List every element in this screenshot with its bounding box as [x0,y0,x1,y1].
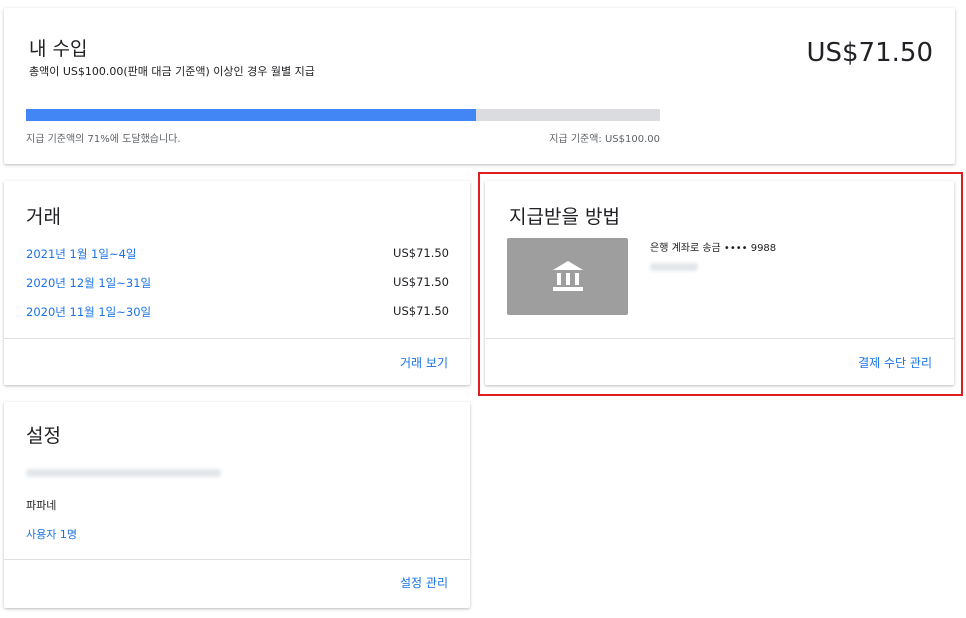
payout-progress-fill [26,109,477,121]
transaction-row[interactable]: 2020년 12월 1일~31일 US$71.50 [26,275,449,293]
earnings-subtitle: 총액이 US$100.00(판매 대금 기준액) 이상인 경우 월별 지급 [29,65,315,78]
transaction-amount: US$71.50 [393,304,449,318]
view-transactions-link[interactable]: 거래 보기 [400,354,448,371]
earnings-title: 내 수입 [29,38,88,60]
payout-threshold-text: 지급 기준액: US$100.00 [549,134,660,145]
transaction-row[interactable]: 2021년 1월 1일~4일 US$71.50 [26,246,449,264]
transaction-date-link[interactable]: 2020년 11월 1일~30일 [26,304,151,320]
card-divider [4,559,470,560]
earnings-amount: US$71.50 [806,38,933,68]
transaction-amount: US$71.50 [393,246,449,260]
transaction-date-link[interactable]: 2021년 1월 1일~4일 [26,246,136,262]
card-divider [4,338,470,339]
earnings-card: 내 수입 총액이 US$100.00(판매 대금 기준액) 이상인 경우 월별 … [4,8,955,164]
highlight-box [478,172,963,396]
payout-progress-bar [26,109,660,121]
settings-title: 설정 [26,425,61,447]
progress-status-text: 지급 기준액의 71%에 도달했습니다. [26,134,181,145]
transaction-amount: US$71.50 [393,275,449,289]
account-name: 파파네 [26,499,57,512]
redacted-account-email [26,469,221,477]
transactions-card: 거래 2021년 1월 1일~4일 US$71.50 2020년 12월 1일~… [4,181,470,385]
settings-card: 설정 파파네 사용자 1명 설정 관리 [4,402,470,608]
transactions-title: 거래 [26,206,61,228]
users-link[interactable]: 사용자 1명 [26,526,77,542]
transaction-row[interactable]: 2020년 11월 1일~30일 US$71.50 [26,304,449,322]
manage-settings-link[interactable]: 설정 관리 [400,574,448,591]
transaction-date-link[interactable]: 2020년 12월 1일~31일 [26,275,151,291]
